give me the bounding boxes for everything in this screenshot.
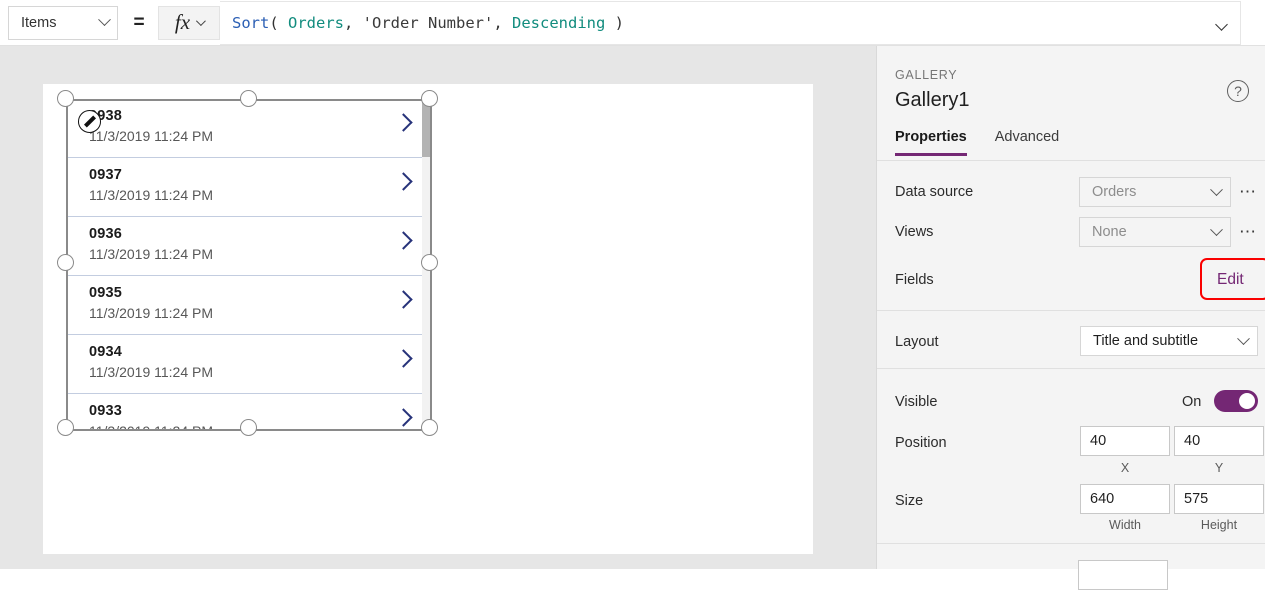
position-y-input[interactable]: 40 <box>1174 426 1264 456</box>
formula-token: , <box>344 13 363 32</box>
panel-kicker: GALLERY <box>895 68 958 82</box>
layout-select[interactable]: Title and subtitle <box>1080 326 1258 356</box>
views-more-button[interactable]: ⋯ <box>1239 223 1258 240</box>
views-select[interactable]: None <box>1079 217 1231 247</box>
data-source-select[interactable]: Orders <box>1079 177 1231 207</box>
fx-button[interactable]: fx <box>158 5 220 40</box>
gallery-scrollbar[interactable] <box>422 99 432 429</box>
gallery-item-title: 0934 <box>89 344 123 360</box>
formula-token: ( <box>269 13 288 32</box>
formula-token: Orders <box>288 13 344 32</box>
pencil-glyph <box>83 115 97 129</box>
fx-icon: fx <box>174 10 191 34</box>
position-x-input[interactable]: 40 <box>1080 426 1170 456</box>
formula-token: Sort <box>232 13 270 32</box>
label-size: Size <box>895 493 924 509</box>
gallery-item-title: 0935 <box>89 285 123 301</box>
gallery-scrollbar-thumb[interactable] <box>422 99 432 157</box>
app-screen[interactable]: 0938 11/3/2019 11:24 PM 0937 11/3/2019 11:2… <box>43 84 813 554</box>
tab-advanced[interactable]: Advanced <box>995 129 1060 156</box>
position-x-label: X <box>1120 461 1130 475</box>
edit-pencil-icon[interactable] <box>78 110 101 133</box>
properties-panel: GALLERY Gallery1 ? Properties Advanced D… <box>876 46 1265 569</box>
divider-layout <box>877 368 1265 369</box>
gallery-item-title: 0938 <box>89 108 123 124</box>
label-views: Views <box>895 224 934 240</box>
gallery-item-subtitle: 11/3/2019 11:24 PM <box>89 187 214 203</box>
fields-edit-button[interactable]: Edit <box>1217 271 1244 289</box>
property-select-value: Items <box>21 14 57 31</box>
formula-token: 'Order Number' <box>362 13 494 32</box>
formula-text: Sort( Orders, 'Order Number', Descending… <box>232 14 624 32</box>
formula-token: Descending <box>512 13 606 32</box>
gallery-item-title: 0933 <box>89 403 123 419</box>
formula-expand-chevron-down-icon[interactable] <box>1215 17 1228 31</box>
label-visible: Visible <box>895 394 938 410</box>
views-value: None <box>1092 224 1127 240</box>
layout-value: Title and subtitle <box>1093 333 1199 349</box>
formula-input[interactable]: Sort( Orders, 'Order Number', Descending… <box>220 0 1241 45</box>
property-select[interactable]: Items <box>8 5 118 40</box>
position-y-label: Y <box>1214 461 1224 475</box>
label-position: Position <box>895 435 947 451</box>
gallery-item[interactable]: 0934 11/3/2019 11:24 PM <box>67 335 432 394</box>
selection-edge-bottom <box>66 429 432 431</box>
chevron-down-icon <box>196 16 206 27</box>
size-width-label: Width <box>1109 518 1141 532</box>
formula-token: , <box>493 13 512 32</box>
size-height-input[interactable]: 575 <box>1174 484 1264 514</box>
gallery-item[interactable]: 0935 11/3/2019 11:24 PM <box>67 276 432 335</box>
formula-bar: Items = fx Sort( Orders, 'Order Number',… <box>0 0 1265 46</box>
gallery-control[interactable]: 0938 11/3/2019 11:24 PM 0937 11/3/2019 11:2… <box>66 99 432 429</box>
gallery-item-title: 0937 <box>89 167 123 183</box>
gallery-item[interactable]: 0933 11/3/2019 11:24 PM <box>67 394 432 429</box>
next-property-input[interactable] <box>1078 560 1168 590</box>
chevron-down-icon <box>98 13 111 27</box>
gallery-item-title: 0936 <box>89 226 123 242</box>
canvas-area[interactable]: 0938 11/3/2019 11:24 PM 0937 11/3/2019 11:2… <box>0 46 876 569</box>
visible-toggle[interactable] <box>1214 390 1258 412</box>
data-source-more-button[interactable]: ⋯ <box>1239 183 1258 200</box>
gallery-item[interactable]: 0937 11/3/2019 11:24 PM <box>67 158 432 217</box>
data-source-value: Orders <box>1092 184 1137 200</box>
gallery-item-subtitle: 11/3/2019 11:24 PM <box>89 364 214 380</box>
gallery-item-subtitle: 11/3/2019 11:24 PM <box>89 305 214 321</box>
chevron-down-icon <box>1210 182 1223 196</box>
label-data-source: Data source <box>895 184 974 200</box>
gallery-item[interactable]: 0936 11/3/2019 11:24 PM <box>67 217 432 276</box>
question-circle-icon[interactable]: ? <box>1227 80 1249 102</box>
chevron-down-icon <box>1237 331 1250 345</box>
gallery-item-subtitle: 11/3/2019 11:24 PM <box>89 128 214 144</box>
panel-tabs: Properties Advanced <box>895 129 1059 156</box>
formula-token: ) <box>605 13 624 32</box>
label-fields: Fields <box>895 272 934 288</box>
divider-size <box>877 543 1265 544</box>
divider-tabs <box>877 160 1265 161</box>
label-layout: Layout <box>895 334 939 350</box>
gallery-item-subtitle: 11/3/2019 11:24 PM <box>89 246 214 262</box>
size-height-label: Height <box>1200 518 1238 532</box>
panel-title: Gallery1 <box>895 89 970 111</box>
equals-sign: = <box>133 11 145 33</box>
gallery-item[interactable]: 0938 11/3/2019 11:24 PM <box>67 99 432 158</box>
divider-fields <box>877 310 1265 311</box>
chevron-down-icon <box>1210 222 1223 236</box>
tab-properties[interactable]: Properties <box>895 129 967 156</box>
size-width-input[interactable]: 640 <box>1080 484 1170 514</box>
gallery-item-subtitle: 11/3/2019 11:24 PM <box>89 423 432 429</box>
visible-state-text: On <box>1182 394 1202 410</box>
